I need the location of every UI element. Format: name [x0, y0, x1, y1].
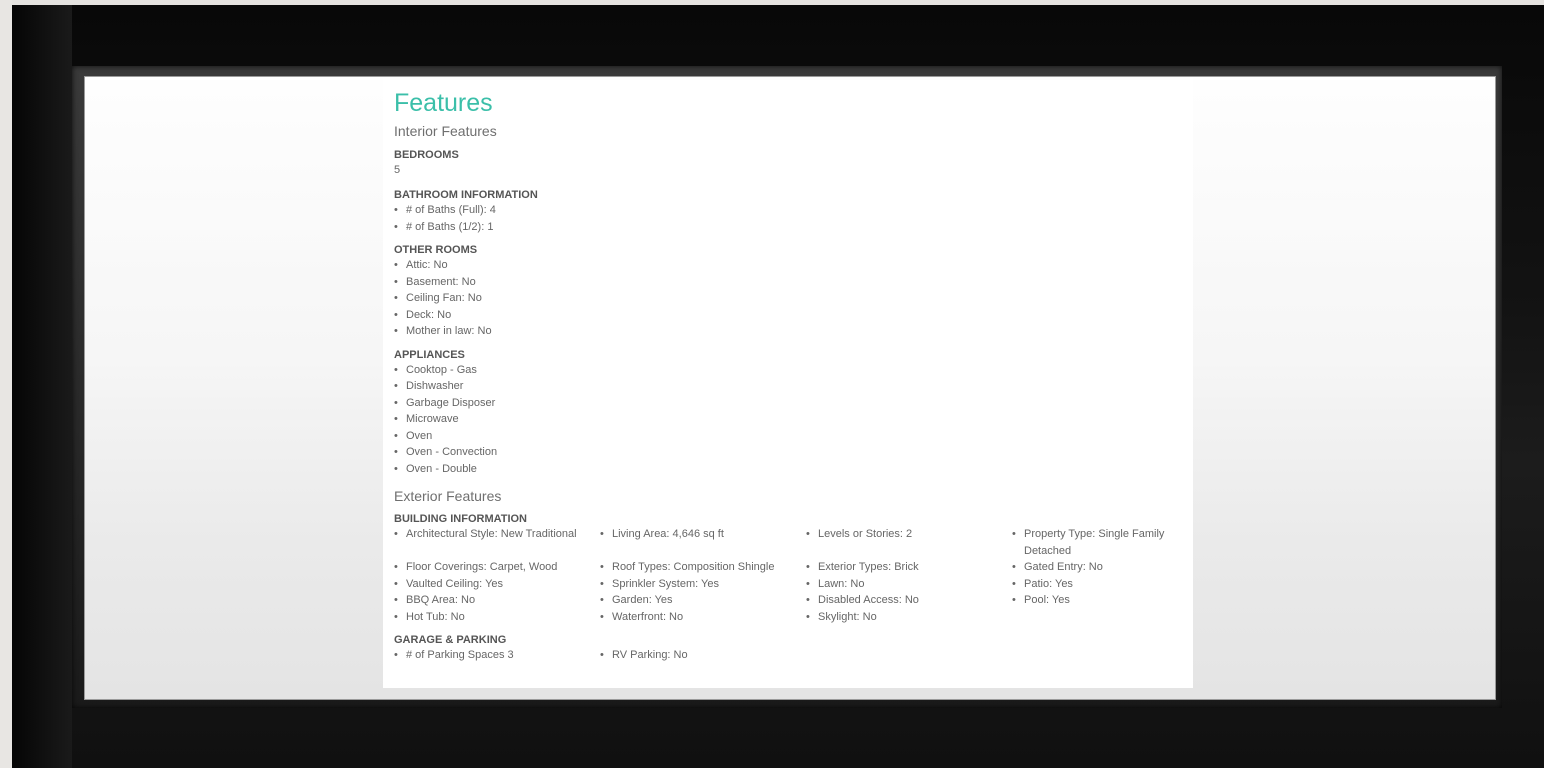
list-item: Disabled Access: No: [806, 592, 1012, 609]
list-item: Ceiling Fan: No: [394, 290, 1184, 307]
bedrooms-label: BEDROOMS: [394, 149, 459, 161]
other-rooms-list: Attic: No Basement: No Ceiling Fan: No D…: [394, 257, 1184, 340]
list-item: # of Baths (Full): 4: [394, 202, 1184, 219]
list-item: Garbage Disposer: [394, 395, 1184, 412]
appliances-list: Cooktop - Gas Dishwasher Garbage Dispose…: [394, 362, 1184, 478]
list-item: Exterior Types: Brick: [806, 559, 1012, 576]
other-rooms-label: OTHER ROOMS: [394, 244, 478, 256]
list-item: Deck: No: [394, 307, 1184, 324]
list-item: Lawn: No: [806, 576, 1012, 593]
appliances-label: APPLIANCES: [394, 348, 465, 361]
list-item: Hot Tub: No: [394, 609, 600, 626]
building-info-label: BUILDING INFORMATION: [394, 513, 528, 525]
list-item: Levels or Stories: 2: [806, 526, 1012, 559]
list-item: RV Parking: No: [600, 647, 806, 664]
garage-parking-list: # of Parking Spaces 3 RV Parking: No: [394, 647, 1184, 664]
list-item: Mother in law: No: [394, 323, 1184, 340]
list-item: Skylight: No: [806, 609, 1012, 626]
building-info-list: Architectural Style: New Traditional Liv…: [394, 526, 1184, 625]
list-item: Garden: Yes: [600, 592, 806, 609]
list-item: Patio: Yes: [1012, 576, 1184, 593]
interior-features-heading: Interior Features: [394, 123, 497, 139]
list-item: Oven - Convection: [394, 444, 1184, 461]
list-item: Oven - Double: [394, 461, 1184, 478]
list-item: Living Area: 4,646 sq ft: [600, 526, 806, 559]
list-item: Attic: No: [394, 257, 1184, 274]
list-item: Floor Coverings: Carpet, Wood: [394, 559, 600, 576]
list-item: Architectural Style: New Traditional: [394, 526, 600, 559]
list-item: Roof Types: Composition Shingle: [600, 559, 806, 576]
list-item: # of Baths (1/2): 1: [394, 219, 1184, 236]
bathroom-info-label: BATHROOM INFORMATION: [394, 189, 538, 201]
list-item: Dishwasher: [394, 378, 1184, 395]
bathroom-list: # of Baths (Full): 4 # of Baths (1/2): 1: [394, 202, 1184, 235]
list-item: Pool: Yes: [1012, 592, 1184, 609]
exterior-features-heading: Exterior Features: [394, 488, 502, 504]
list-item: Basement: No: [394, 274, 1184, 291]
features-panel: Features Interior Features BEDROOMS 5 BA…: [383, 78, 1193, 688]
bedrooms-value: 5: [394, 164, 401, 176]
list-item: Vaulted Ceiling: Yes: [394, 576, 600, 593]
list-item: Microwave: [394, 411, 1184, 428]
list-item: Waterfront: No: [600, 609, 806, 626]
list-item: BBQ Area: No: [394, 592, 600, 609]
list-item: Gated Entry: No: [1012, 559, 1184, 576]
list-item: Sprinkler System: Yes: [600, 576, 806, 593]
page-title: Features: [394, 89, 493, 117]
list-item: Property Type: Single Family Detached: [1012, 526, 1184, 559]
garage-parking-label: GARAGE & PARKING: [394, 634, 507, 646]
list-item: # of Parking Spaces 3: [394, 647, 600, 664]
list-item: Cooktop - Gas: [394, 362, 1184, 379]
frame-bevel: [12, 5, 72, 768]
list-item: Oven: [394, 428, 1184, 445]
